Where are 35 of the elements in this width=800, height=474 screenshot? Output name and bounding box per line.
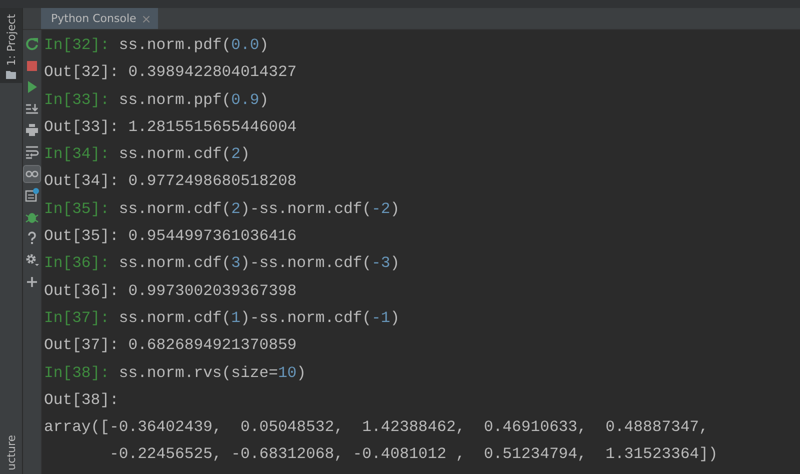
input-prompt: In[36]: — [44, 254, 110, 272]
output-text: array([-0.36402439, 0.05048532, 1.42388462, 0.46910633, 0.48887347, — [44, 418, 708, 436]
input-prompt: In[35]: — [44, 200, 110, 218]
output-text: -0.22456525, -0.68312068, -0.4081012 , 0.51234794, 1.31523364]) — [108, 445, 718, 464]
input-prompt: In[32]: — [44, 36, 110, 54]
input-prompt: In[34]: — [44, 145, 110, 164]
code-text: ss.norm.pdf(0.0) — [118, 36, 269, 54]
code-text: ss.norm.cdf(1)-ss.norm.cdf(-1) — [118, 308, 400, 327]
code-text: ss.norm.cdf(2)-ss.norm.cdf(-2) — [118, 200, 400, 218]
code-text: ss.norm.rvs(size=10) — [118, 364, 306, 382]
input-prompt: In[38]: — [44, 364, 110, 382]
output-text: Out[36]: 0.9973002039367398 — [44, 282, 297, 300]
printer-icon[interactable] — [24, 122, 40, 138]
code-text: ss.norm.ppf(0.9) — [118, 90, 269, 109]
input-prompt: In[37]: — [44, 308, 110, 327]
output-text: Out[33]: 1.2815515655446004 — [44, 118, 297, 136]
output-text: Out[37]: 0.6826894921370859 — [44, 336, 297, 354]
history-icon[interactable] — [24, 187, 40, 204]
output-text: Out[34]: 0.9772498680518208 — [44, 172, 297, 190]
output-text: Out[32]: 0.3989422804014327 — [44, 63, 297, 82]
code-text: ss.norm.cdf(2) — [118, 145, 250, 164]
project-tab[interactable]: 1: Project — [0, 8, 22, 83]
project-label: 1: Project — [4, 14, 18, 66]
code-text: ss.norm.cdf(3)-ss.norm.cdf(-3) — [118, 254, 400, 272]
console-tab[interactable]: Python Console × — [41, 8, 158, 29]
soft-wrap-icon[interactable] — [24, 144, 40, 160]
tab-title: Python Console — [51, 12, 136, 25]
glasses-icon[interactable] — [24, 166, 40, 182]
settings-icon[interactable] — [24, 252, 40, 268]
input-prompt: In[33]: — [44, 90, 110, 109]
output-text: Out[38]: — [44, 390, 119, 409]
rerun-icon[interactable] — [24, 36, 40, 52]
output-text: Out[35]: 0.9544997361036416 — [44, 227, 297, 246]
folder-icon — [6, 70, 16, 79]
structure-tab[interactable]: ucture — [4, 434, 18, 474]
